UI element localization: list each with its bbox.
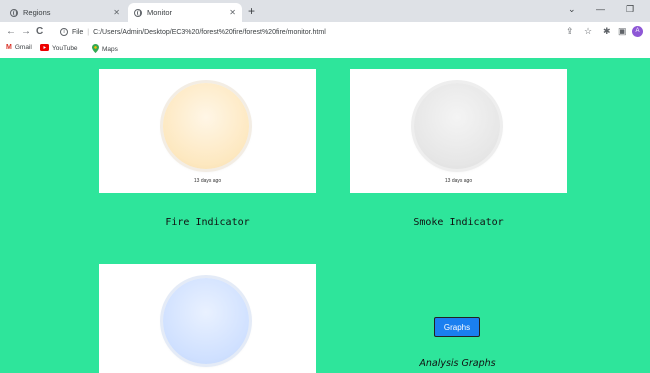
new-tab-button[interactable]: + [248,3,255,19]
bookmark-label: YouTube [52,45,78,52]
fire-indicator-label: Fire Indicator [165,217,250,228]
fire-indicator-light [163,83,249,169]
fire-indicator-card: 13 days ago [99,69,316,193]
close-icon[interactable]: ✕ [113,8,120,17]
youtube-icon [40,44,49,53]
url-scheme-label: File [72,28,84,36]
tab-monitor[interactable]: Monitor ✕ [128,3,242,22]
tab-bar: Regions ✕ Monitor ✕ + ⌄ — ❐ [0,0,650,22]
url-path: C:/Users/Admin/Desktop/EC3%20/forest%20f… [93,28,326,36]
globe-icon [10,8,18,17]
tab-regions[interactable]: Regions ✕ [4,3,126,22]
restore-icon[interactable]: ❐ [626,4,634,15]
forward-button[interactable]: → [21,26,31,38]
bookmark-label: Gmail [14,44,32,51]
third-indicator-card [99,264,316,373]
bookmark-youtube[interactable]: YouTube [40,44,78,53]
minimize-icon[interactable]: — [596,4,605,14]
star-icon[interactable]: ☆ [584,26,592,37]
info-icon[interactable]: i [60,28,68,36]
tab-title: Regions [23,8,51,17]
url-separator: | [87,28,90,36]
smoke-indicator-label: Smoke Indicator [413,217,504,228]
profile-avatar[interactable]: A [632,26,643,37]
bookmark-label: Maps [102,46,118,53]
smoke-indicator-light [414,83,500,169]
navigation-bar: ← → C i File | C:/Users/Admin/Desktop/EC… [0,22,650,42]
smoke-indicator-card: 13 days ago [350,69,567,193]
analysis-graphs-label: Analysis Graphs [419,358,496,369]
smoke-timestamp: 13 days ago [444,178,473,184]
bookmark-gmail[interactable]: M Gmail [6,44,32,51]
bookmark-maps[interactable]: Maps [92,44,118,55]
third-indicator-light [163,278,249,364]
back-button[interactable]: ← [6,26,16,38]
bookmarks-bar: M Gmail YouTube Maps [0,42,650,56]
chevron-down-icon[interactable]: ⌄ [568,4,576,15]
gmail-icon: M [6,44,12,51]
reload-button[interactable]: C [36,26,43,38]
close-icon[interactable]: ✕ [229,8,236,17]
fire-timestamp: 13 days ago [193,178,222,184]
tab-title: Monitor [147,8,173,17]
share-icon[interactable]: ⇪ [566,26,574,37]
globe-icon [134,8,142,17]
sidebar-icon[interactable]: ▣ [618,26,627,37]
maps-icon [92,44,99,55]
graphs-button[interactable]: Graphs [434,317,480,337]
browser-chrome: Regions ✕ Monitor ✕ + ⌄ — ❐ ← → C i File… [0,0,650,58]
address-bar[interactable]: i File | C:/Users/Admin/Desktop/EC3%20/f… [60,25,360,39]
extensions-icon[interactable]: ✱ [603,26,611,37]
